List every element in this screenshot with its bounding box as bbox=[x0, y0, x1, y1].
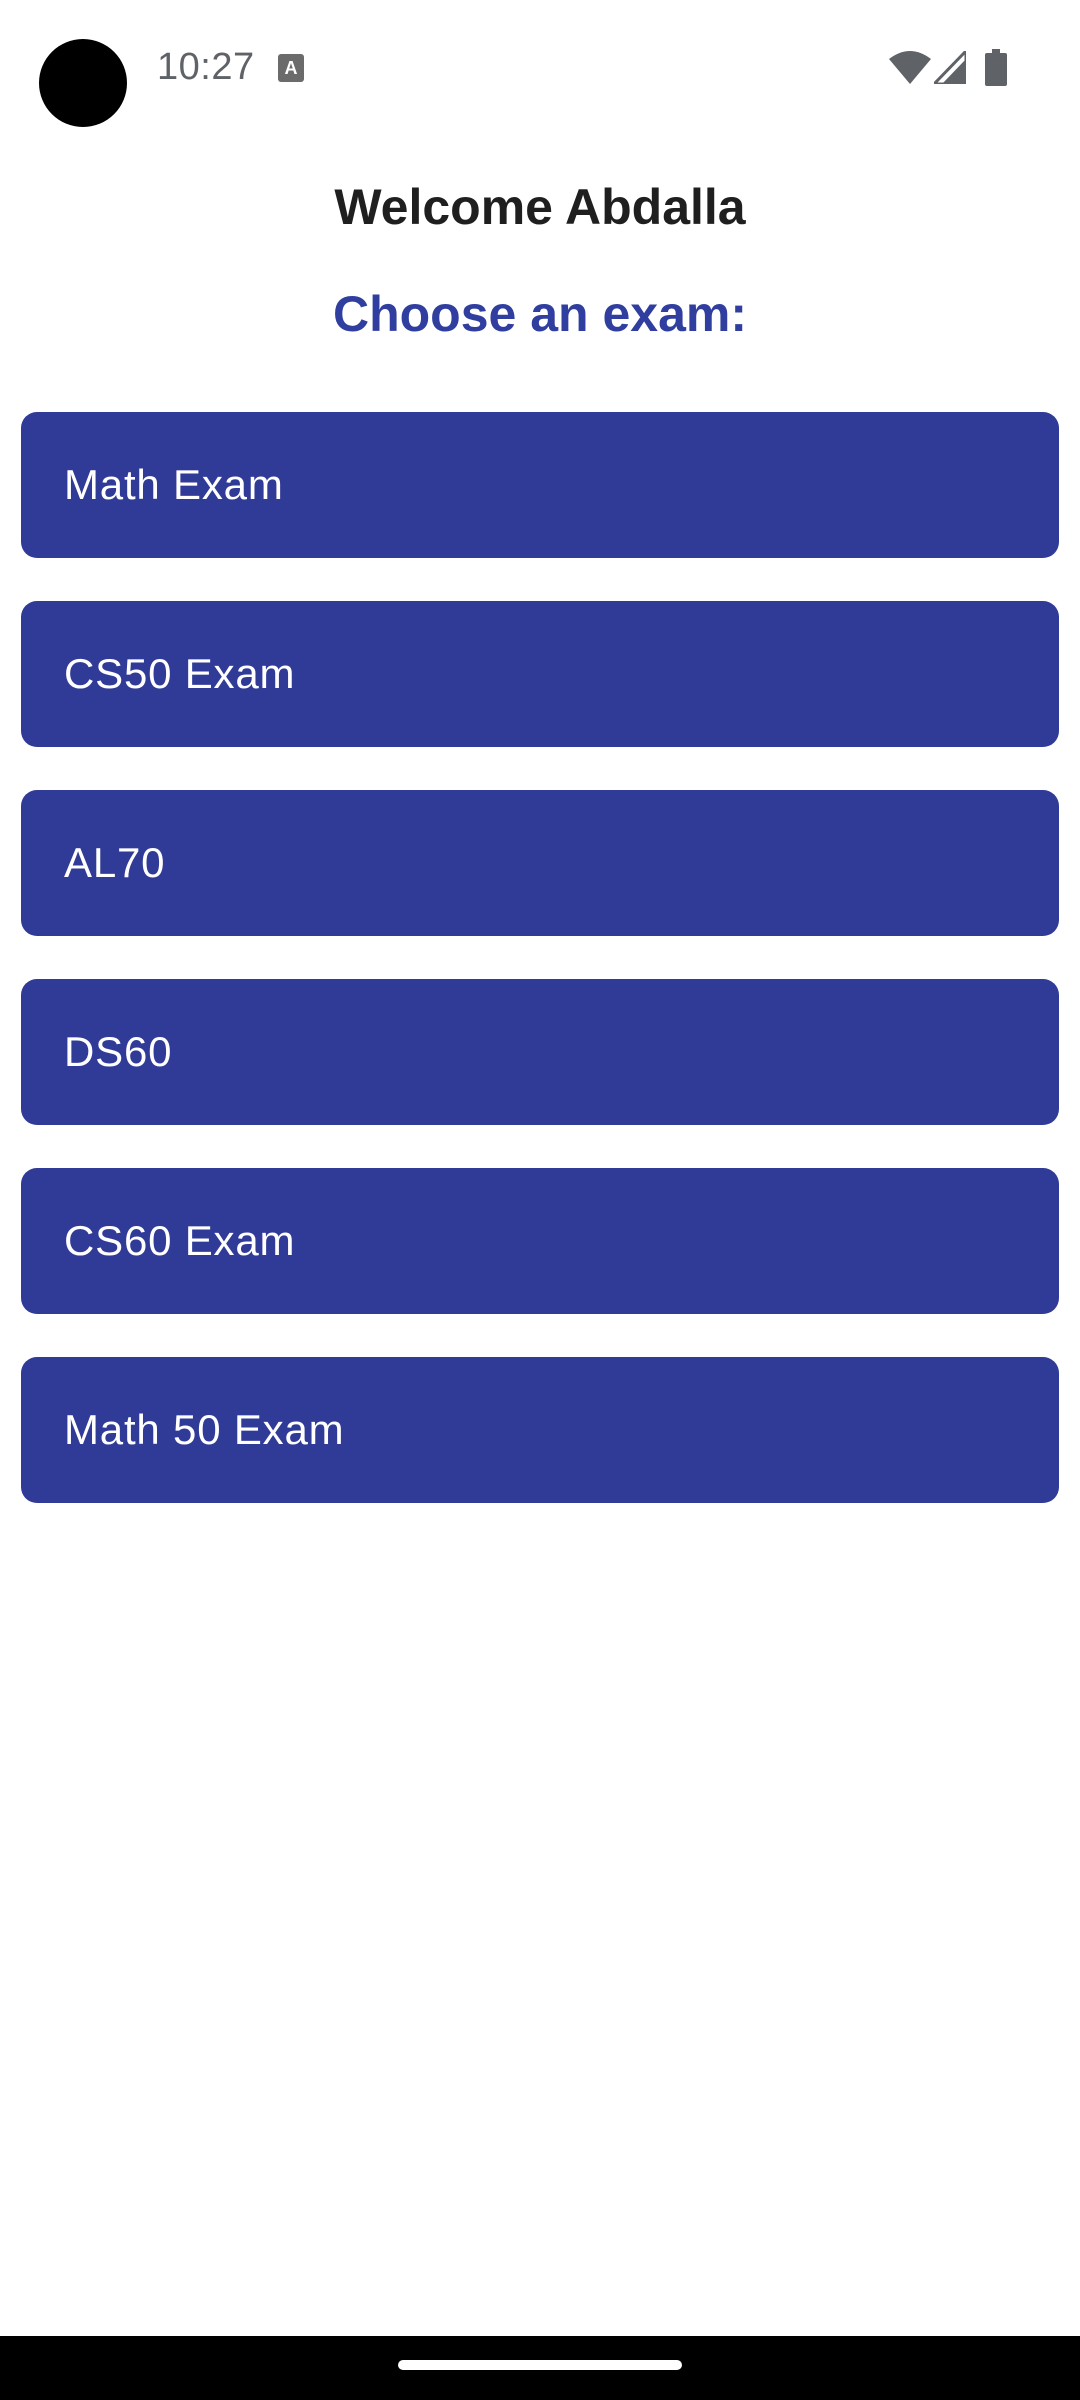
welcome-title: Welcome Abdalla bbox=[334, 179, 746, 235]
cell-signal-icon bbox=[934, 51, 966, 84]
status-bar: 10:27 A bbox=[0, 0, 1080, 136]
wifi-icon bbox=[889, 51, 931, 84]
home-gesture-handle[interactable] bbox=[398, 2360, 682, 2370]
exam-list: Math Exam CS50 Exam AL70 DS60 CS60 Exam … bbox=[21, 412, 1059, 1546]
navigation-bar bbox=[0, 2336, 1080, 2400]
camera-cutout bbox=[39, 39, 127, 127]
status-clock: 10:27 bbox=[157, 46, 255, 88]
exam-button-ds60[interactable]: DS60 bbox=[21, 979, 1059, 1125]
exam-button-math[interactable]: Math Exam bbox=[21, 412, 1059, 558]
text-recognition-icon: A bbox=[278, 54, 304, 82]
battery-icon bbox=[985, 49, 1007, 86]
exam-button-al70[interactable]: AL70 bbox=[21, 790, 1059, 936]
exam-button-cs50[interactable]: CS50 Exam bbox=[21, 601, 1059, 747]
exam-button-cs60[interactable]: CS60 Exam bbox=[21, 1168, 1059, 1314]
choose-exam-heading: Choose an exam: bbox=[332, 286, 747, 342]
exam-button-math50[interactable]: Math 50 Exam bbox=[21, 1357, 1059, 1503]
